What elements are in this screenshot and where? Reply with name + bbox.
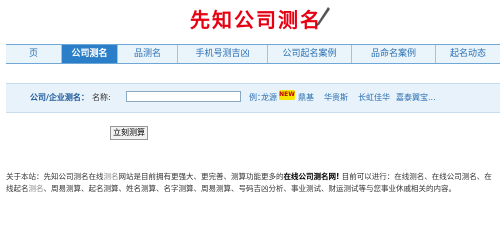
example-link[interactable]: 嘉泰翼宝... (396, 93, 436, 103)
site-logo[interactable]: 先知公司测名 (190, 4, 330, 36)
about-prefix: 关于本站：先知公司测名在线 (6, 172, 104, 181)
example-link[interactable]: 龙源 (261, 93, 277, 103)
pen-icon (316, 7, 330, 26)
example-link[interactable]: 长虹佳华 (358, 93, 390, 103)
about-gray-text: 测名 (103, 172, 119, 181)
tab-company-naming-test[interactable]: 公司测名 (62, 45, 118, 63)
tab-brand-naming-cases[interactable]: 品命名案例 (352, 45, 436, 63)
example-link[interactable]: 鼎基 (298, 93, 314, 103)
tab-home[interactable]: 页 (6, 45, 62, 63)
example-link[interactable]: 华贵斯 (324, 93, 348, 103)
about-middle: 网站是目前拥有更强大、更完善、测算功能更多的 (118, 172, 284, 181)
search-panel: 公司/企业测名： 名称: 例： 龙源 NEW 鼎基 华贵斯 长虹佳华 嘉泰翼宝.… (6, 83, 500, 113)
name-label: 名称: (92, 93, 111, 102)
tab-naming-news[interactable]: 起名动态 (436, 45, 500, 63)
about-text: 关于本站：先知公司测名在线测名网站是目前拥有更强大、更完善、测算功能更多的在线公… (6, 171, 496, 195)
tab-company-naming-cases[interactable]: 公司起名案例 (268, 45, 352, 63)
tab-brand-naming-test[interactable]: 品测名 (118, 45, 178, 63)
new-badge: NEW (279, 90, 295, 100)
submit-button[interactable]: 立刻测算 (110, 126, 148, 140)
about-rest-2: 、周易测算、起名测算、姓名测算、名字测算、周易测算、号码吉凶分析、事业测试、财运… (43, 184, 457, 193)
name-input[interactable] (126, 91, 241, 102)
about-gray-text-2: 测名 (28, 184, 44, 193)
tab-phone-fortune[interactable]: 手机号测吉凶 (178, 45, 268, 63)
main-nav: 页 公司测名 品测名 手机号测吉凶 公司起名案例 品命名案例 起名动态 (6, 44, 500, 64)
about-bold-text: 在线公司测名网! (283, 172, 340, 181)
category-label: 公司/企业测名： (30, 93, 89, 102)
logo-text: 先知公司测名 (190, 8, 322, 32)
